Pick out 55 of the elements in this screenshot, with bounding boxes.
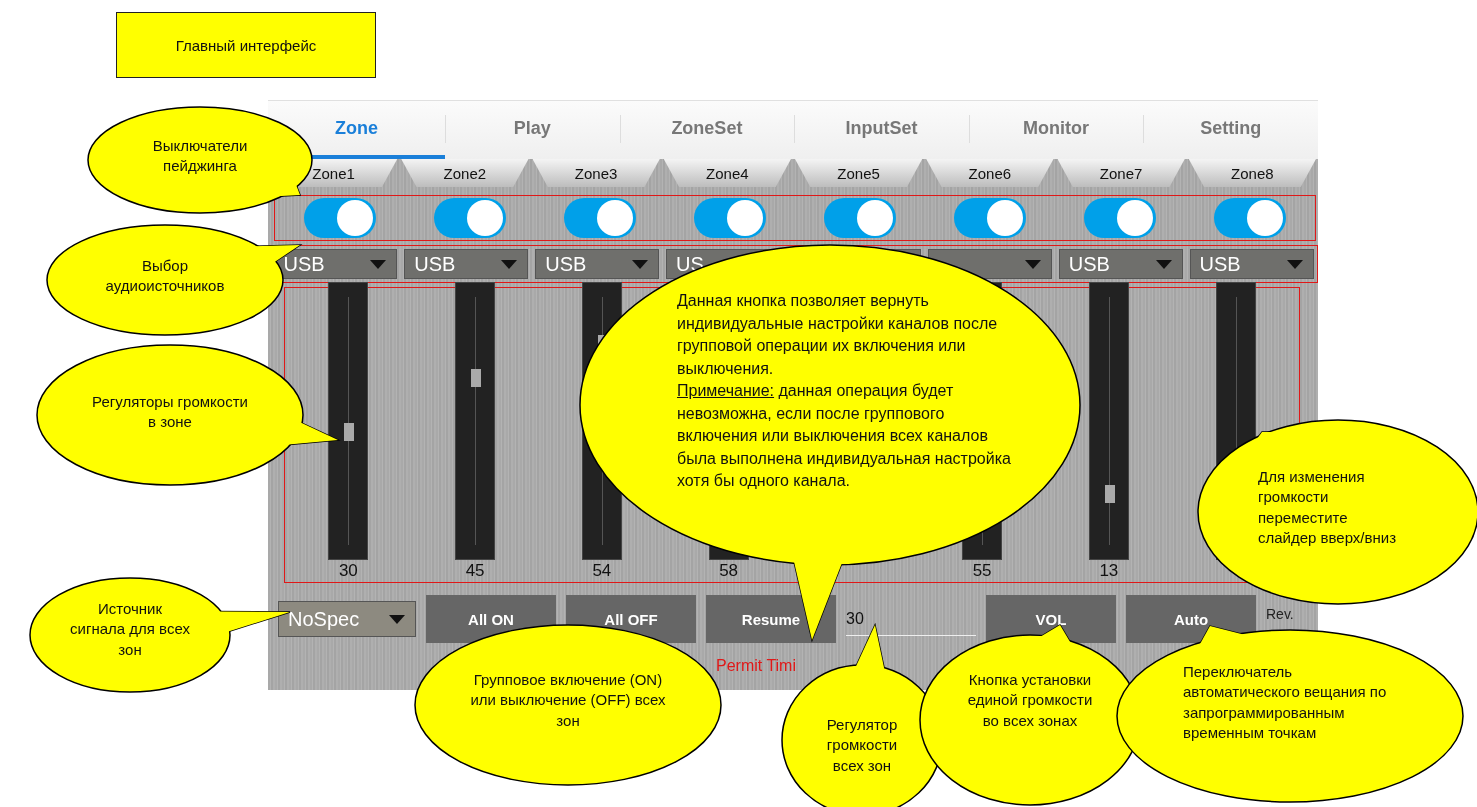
slider-thumb[interactable] [1104,485,1115,504]
tab[interactable]: ZoneSet [619,101,795,159]
slider-thumb[interactable] [471,368,482,387]
toggle-switch[interactable] [304,198,376,238]
callout-text: Выключатели пейджинга [151,136,249,177]
volume-value: 54 [592,560,612,582]
toggle-switch[interactable] [1214,198,1286,238]
volume-value: 30 [338,560,358,582]
callout-text: Примечание: данная операция будет невозможна, если после группового включения или выключения всех каналов была выполнена индивидуальная настройка хотя бы одного канала. [677,381,1012,491]
caret-icon [370,259,387,269]
zone-tab[interactable]: Zone3 [532,159,660,187]
zone-tab[interactable]: Zone4 [663,159,791,187]
volume-value: 58 [719,560,739,582]
source-dropdown[interactable]: USB [535,249,660,279]
callout-text: Для изменения громкости переместите слайдер вверх/вниз [1258,467,1398,548]
zone-tab[interactable]: Zone7 [1057,159,1185,187]
toggle-switch[interactable] [824,198,896,238]
volume-value: 45 [465,560,485,582]
tab[interactable]: InputSet [794,101,969,159]
source-dropdown[interactable]: USB [404,249,529,279]
toggle-switch[interactable] [564,198,636,238]
caret-icon [501,259,518,269]
tab[interactable]: Monitor [968,101,1144,159]
caret-icon [1155,259,1172,269]
source-dropdown[interactable]: NoSpec [278,601,416,637]
callout-text: Кнопка установки единой громкости во всех зонах [966,670,1094,731]
permit-label: Permit Timi [716,657,796,675]
rev-label: Rev. [1266,607,1294,622]
tab[interactable]: Setting [1143,101,1318,159]
callout-text: Регуляторы громкости в зоне [91,392,249,433]
callout-text: Данная кнопка позволяет вернуть индивидуальные настройки каналов после групповой операции их включения или выключения. [677,291,999,379]
zone-tab[interactable]: Zone2 [401,159,529,187]
callout-text: Переключатель автоматического вещания по запрограммированным временным точкам [1183,662,1388,743]
toggle-switch[interactable] [434,198,506,238]
volume-value: 13 [1099,560,1119,582]
callout-text: Выбор аудиоисточников [104,256,226,297]
zone-tab[interactable]: Zone6 [926,159,1054,187]
tab[interactable]: Play [445,101,620,159]
title-box: Главный интерфейс [116,12,376,78]
caret-icon [1024,259,1041,269]
callout-text: Источник сигнала для всех зон [70,599,190,660]
source-dropdown[interactable]: USB [1058,249,1183,279]
source-dropdown[interactable]: USB [1189,249,1314,279]
caret-icon [389,614,405,624]
toggle-switch[interactable] [1084,198,1156,238]
slider-thumb[interactable] [344,423,355,442]
caret-icon [632,259,649,269]
toggle-switch[interactable] [954,198,1026,238]
zone-tab[interactable]: Zone8 [1188,159,1316,187]
toggle-switch[interactable] [694,198,766,238]
caret-icon [1286,259,1303,269]
callout-text: Регулятор громкости всех зон [825,715,899,776]
volume-value: 55 [972,560,992,582]
callout-text: Групповое включение (ON) или выключение (OFF) всех зон [469,670,667,731]
zone-tab[interactable]: Zone5 [795,159,923,187]
